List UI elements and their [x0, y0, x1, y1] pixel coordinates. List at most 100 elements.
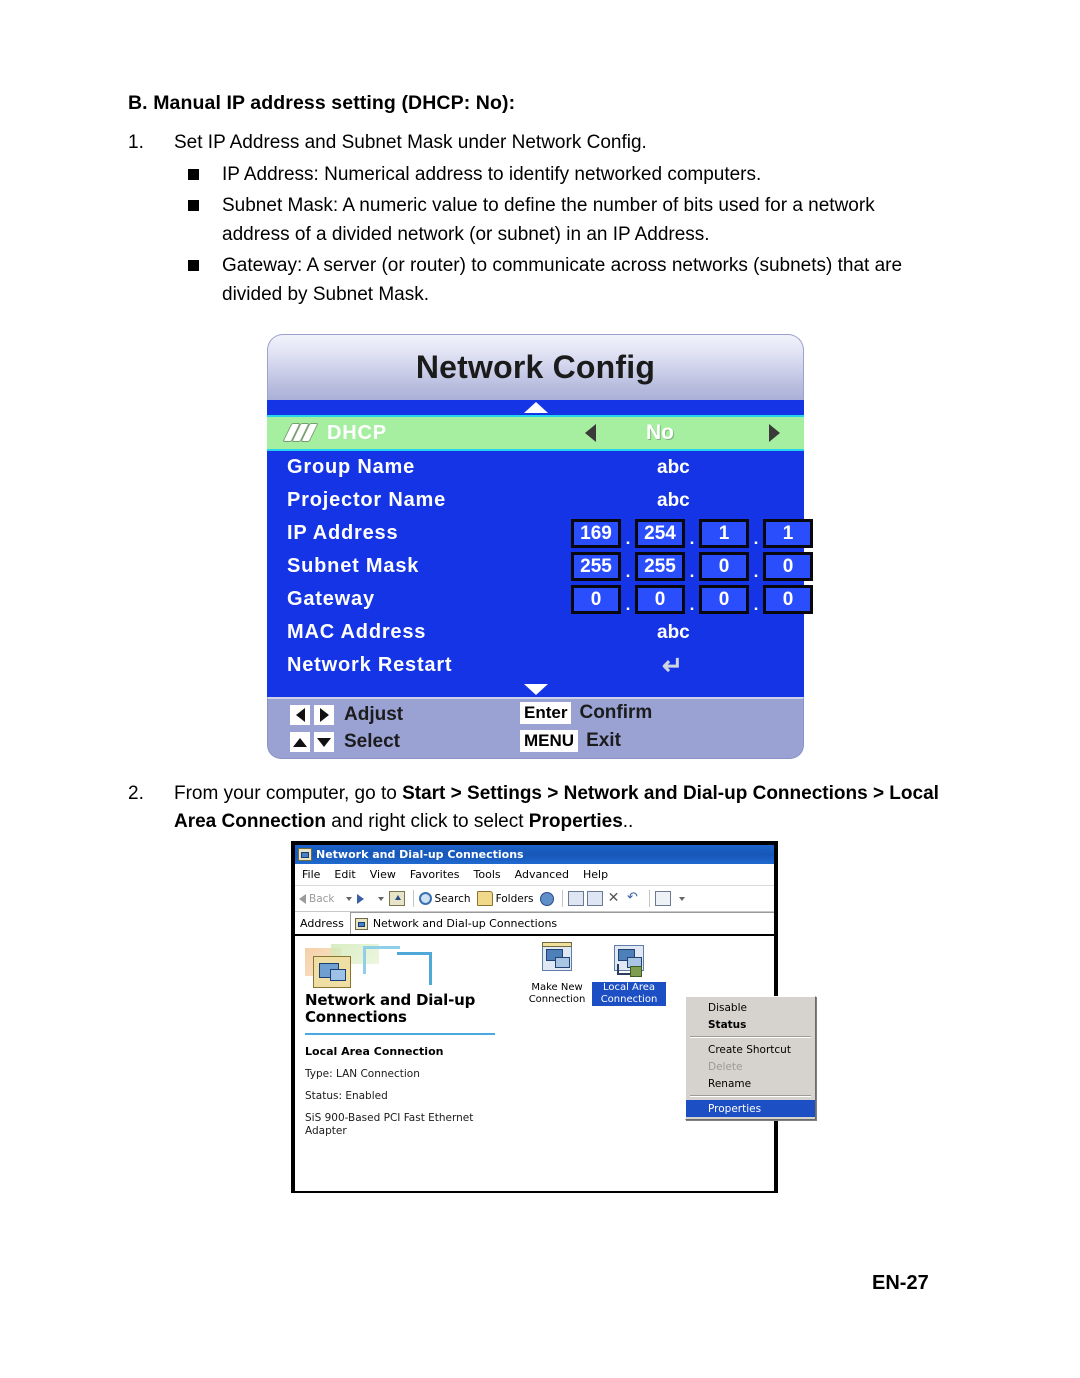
views-dropdown-caret-icon[interactable] — [678, 896, 685, 901]
menu-item-file[interactable]: File — [302, 868, 320, 881]
step-1-text: Set IP Address and Subnet Mask under Net… — [174, 132, 647, 153]
left-panel-title: Network and Dial-up Connections — [305, 991, 476, 1026]
folders-button[interactable]: Folders — [476, 891, 534, 906]
ip-address-octets: 169 . 254 . 1 . 1 — [571, 517, 813, 550]
address-input[interactable]: Network and Dial-up Connections — [349, 912, 774, 934]
step-2-part2: and right click to select — [326, 811, 529, 832]
step-2-part1: From your computer, go to — [174, 783, 403, 804]
views-icon[interactable] — [654, 891, 671, 906]
osd-hint-confirm: Enter Confirm — [520, 702, 652, 724]
square-bullet-icon — [188, 199, 199, 211]
context-menu: Disable Status Create Shortcut Delete Re… — [685, 996, 816, 1120]
osd-body: DHCP No Group Name abc Projector Name ab… — [267, 400, 813, 697]
confirm-label: Confirm — [579, 702, 653, 723]
osd-row-label: IP Address — [287, 522, 399, 544]
octet-field[interactable]: 1 — [763, 519, 813, 548]
osd-row-label: Network Restart — [287, 654, 453, 676]
context-menu-separator — [690, 1036, 811, 1038]
search-label: Search — [434, 892, 471, 905]
right-arrow-icon[interactable] — [769, 424, 780, 442]
octet-field[interactable]: 0 — [763, 585, 813, 614]
octet-dot: . — [625, 595, 631, 614]
octet-field[interactable]: 169 — [571, 519, 621, 548]
osd-row-mac-address[interactable]: MAC Address abc — [267, 616, 804, 649]
osd-row-label: Gateway — [287, 588, 375, 610]
osd-row-label: Projector Name — [287, 489, 447, 511]
bullet-text: Subnet Mask: A numeric value to define t… — [222, 194, 875, 246]
octet-dot: . — [753, 595, 759, 614]
osd-title-text: Network Config — [415, 349, 656, 385]
context-menu-item-properties[interactable]: Properties — [686, 1100, 815, 1117]
octet-dot: . — [753, 562, 759, 581]
menu-item-advanced[interactable]: Advanced — [515, 868, 569, 881]
menu-item-tools[interactable]: Tools — [474, 868, 501, 881]
document-page: B. Manual IP address setting (DHCP: No):… — [0, 0, 1080, 1378]
left-arrow-icon[interactable] — [585, 424, 596, 442]
search-button[interactable]: Search — [418, 892, 471, 905]
toolbar-separator — [412, 890, 414, 907]
osd-row-value: abc — [657, 489, 690, 511]
osd-hint-select: Select — [290, 731, 400, 753]
octet-field[interactable]: 0 — [635, 585, 685, 614]
list-item[interactable]: Local Area Connection — [592, 942, 666, 1006]
osd-row-gateway[interactable]: Gateway 0 . 0 . 0 . 0 — [267, 583, 813, 616]
list-item-label-text: Local Area Connection — [592, 982, 666, 1006]
context-menu-item-create-shortcut[interactable]: Create Shortcut — [686, 1041, 815, 1058]
context-menu-item-disable[interactable]: Disable — [686, 999, 815, 1016]
up-folder-icon[interactable] — [388, 891, 405, 906]
back-button[interactable]: Back — [299, 893, 335, 905]
move-to-icon[interactable] — [567, 891, 584, 906]
search-icon — [418, 892, 432, 905]
triangle-down-icon — [523, 684, 548, 695]
context-menu-item-rename[interactable]: Rename — [686, 1075, 815, 1092]
octet-field[interactable]: 0 — [571, 585, 621, 614]
make-new-connection-icon — [520, 942, 594, 980]
octet-field[interactable]: 254 — [635, 519, 685, 548]
octet-dot: . — [625, 562, 631, 581]
left-info-panel: Network and Dial-up Connections Local Ar… — [295, 936, 510, 1191]
undo-icon[interactable]: ↶ — [625, 891, 641, 906]
forward-button[interactable] — [356, 893, 367, 904]
network-config-osd: Network Config DHCP No Group Name abc Pr… — [267, 334, 813, 760]
exit-label: Exit — [586, 730, 621, 751]
octet-field[interactable]: 0 — [699, 585, 749, 614]
dhcp-value-group: No — [577, 417, 792, 449]
explorer-window-screenshot: Network and Dial-up Connections File Edi… — [291, 841, 816, 1193]
menu-item-help[interactable]: Help — [583, 868, 608, 881]
right-arrow-icon — [314, 705, 334, 725]
osd-row-group-name[interactable]: Group Name abc — [267, 451, 804, 484]
octet-field[interactable]: 255 — [635, 552, 685, 581]
osd-row-subnet-mask[interactable]: Subnet Mask 255 . 255 . 0 . 0 — [267, 550, 813, 583]
triangle-up-icon — [523, 402, 548, 413]
octet-field[interactable]: 0 — [699, 552, 749, 581]
list-item-label: Local Area Connection — [592, 982, 666, 1006]
step-2-text: From your computer, go to Start > Settin… — [174, 780, 958, 836]
osd-row-ip-address[interactable]: IP Address 169 . 254 . 1 . 1 — [267, 517, 813, 550]
list-item[interactable]: Make New Connection — [520, 942, 594, 1006]
osd-row-network-restart[interactable]: Network Restart ↵ — [267, 649, 804, 682]
osd-footer: Adjust Select Enter Confirm MENU Exit — [267, 697, 804, 759]
osd-scroll-down[interactable] — [267, 682, 804, 697]
osd-row-projector-name[interactable]: Projector Name abc — [267, 484, 804, 517]
octet-field[interactable]: 1 — [699, 519, 749, 548]
menu-item-favorites[interactable]: Favorites — [410, 868, 460, 881]
menu-item-view[interactable]: View — [370, 868, 396, 881]
step-2: 2. From your computer, go to Start > Set… — [128, 780, 958, 836]
octet-field[interactable]: 0 — [763, 552, 813, 581]
history-globe-icon[interactable] — [539, 891, 554, 906]
osd-row-dhcp[interactable]: DHCP No — [267, 415, 804, 451]
address-bar: Address Network and Dial-up Connections — [295, 912, 774, 936]
octet-field[interactable]: 255 — [571, 552, 621, 581]
window-content: Network and Dial-up Connections Local Ar… — [295, 936, 816, 1191]
menu-item-edit[interactable]: Edit — [334, 868, 355, 881]
copy-to-icon[interactable] — [586, 891, 603, 906]
delete-x-icon[interactable]: ✕ — [606, 891, 622, 906]
context-menu-item-status[interactable]: Status — [686, 1016, 815, 1033]
back-dropdown-caret-icon[interactable] — [345, 896, 352, 901]
octet-dot: . — [689, 595, 695, 614]
forward-dropdown-caret-icon[interactable] — [377, 896, 384, 901]
folders-label: Folders — [495, 892, 534, 905]
gateway-octets: 0 . 0 . 0 . 0 — [571, 583, 813, 616]
return-arrow-icon: ↵ — [662, 651, 683, 680]
osd-scroll-up[interactable] — [267, 400, 804, 415]
